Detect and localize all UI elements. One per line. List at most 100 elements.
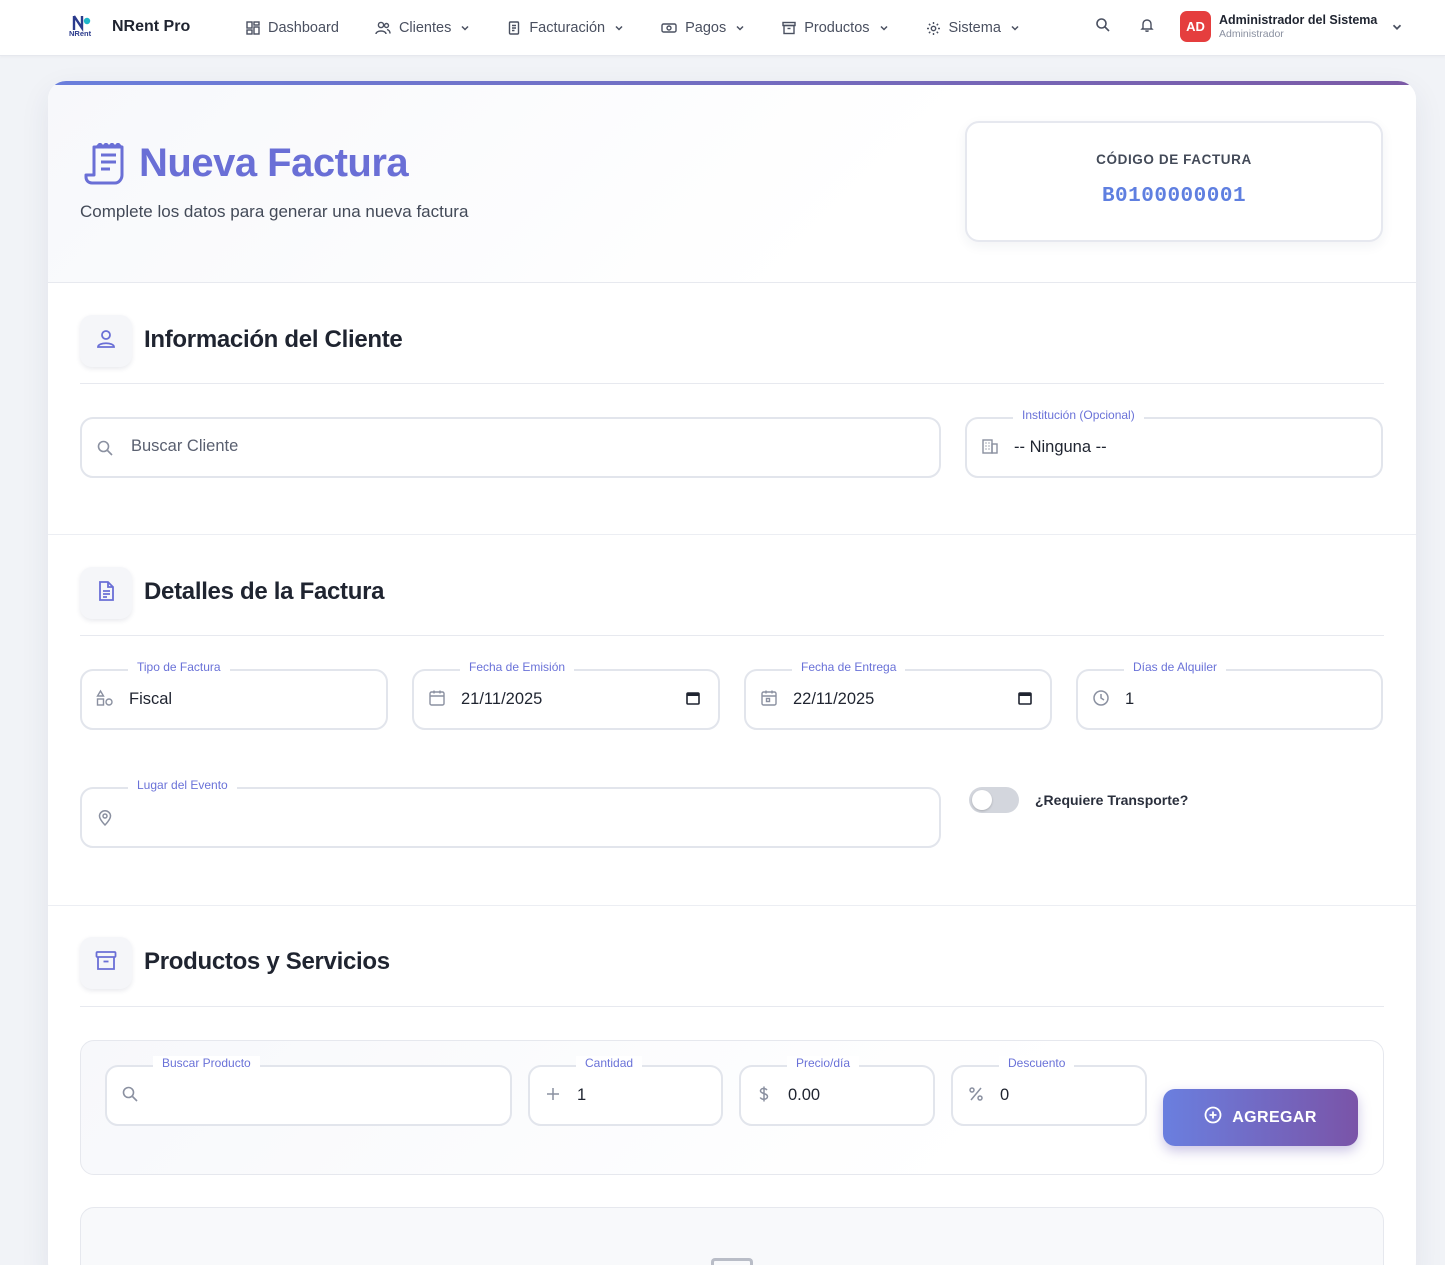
- rental-days-value: 1: [1125, 690, 1135, 708]
- brand[interactable]: NRent NRent Pro: [68, 12, 190, 42]
- delivery-date-input[interactable]: Fecha de Entrega 22/11/2025: [744, 660, 1052, 730]
- event-place-input[interactable]: Lugar del Evento: [80, 778, 941, 848]
- calendar-picker-icon[interactable]: [1018, 691, 1032, 710]
- empty-box-icon: [711, 1258, 753, 1265]
- transport-toggle-knob: [972, 790, 992, 810]
- search-icon: [121, 1085, 139, 1108]
- building-icon: [981, 437, 999, 460]
- quantity-label: Cantidad: [576, 1056, 643, 1070]
- chevron-down-icon: [1009, 22, 1021, 34]
- discount-input[interactable]: Descuento 0: [951, 1056, 1147, 1126]
- nav-pagos-label: Pagos: [685, 20, 727, 36]
- institution-value: -- Ninguna --: [1014, 438, 1107, 456]
- section-details-icon: [80, 567, 132, 619]
- discount-label: Descuento: [999, 1056, 1075, 1070]
- location-pin-icon: [96, 809, 114, 832]
- transport-toggle[interactable]: [969, 787, 1019, 813]
- chevron-down-icon: [613, 22, 625, 34]
- add-product-button[interactable]: AGREGAR: [1163, 1089, 1358, 1146]
- delivery-date-value: 22/11/2025: [793, 690, 875, 708]
- invoice-code-box: CÓDIGO DE FACTURA B0100000001: [965, 121, 1383, 242]
- chevron-down-icon: [878, 22, 890, 34]
- shapes-icon: [96, 689, 114, 712]
- archive-icon: [782, 21, 796, 35]
- bell-icon[interactable]: [1140, 17, 1154, 38]
- product-list-empty: [80, 1207, 1384, 1265]
- calendar-picker-icon[interactable]: [686, 691, 700, 710]
- add-product-label: AGREGAR: [1232, 1108, 1317, 1126]
- receipt-icon: [84, 142, 128, 192]
- page-title: Nueva Factura: [139, 141, 409, 185]
- section-products-icon: [80, 937, 132, 989]
- section-details-rule: [80, 635, 1384, 636]
- brand-logo-text: NRent: [69, 29, 92, 38]
- page-header: Nueva Factura Complete los datos para ge…: [48, 85, 1416, 283]
- section-products-rule: [80, 1006, 1384, 1007]
- issue-date-label: Fecha de Emisión: [460, 660, 575, 674]
- brand-name: NRent Pro: [112, 18, 191, 35]
- nav-facturacion[interactable]: Facturación: [507, 20, 625, 36]
- discount-value: 0: [1000, 1086, 1010, 1104]
- main-nav: Dashboard Clientes Facturación Pagos Pro…: [246, 0, 1057, 56]
- quantity-input[interactable]: Cantidad 1: [528, 1056, 723, 1126]
- invoice-code-value: B0100000001: [1101, 185, 1247, 208]
- user-name[interactable]: Administrador del Sistema: [1219, 13, 1377, 27]
- plus-circle-icon: [1204, 1106, 1222, 1129]
- clock-icon: [1092, 689, 1110, 712]
- chevron-down-icon: [459, 22, 471, 34]
- archive-icon: [94, 949, 118, 978]
- client-search-input[interactable]: Buscar Cliente: [80, 417, 941, 478]
- chevron-down-icon[interactable]: [1390, 20, 1404, 39]
- user-avatar[interactable]: AD: [1180, 11, 1211, 42]
- transport-label: ¿Requiere Transporte?: [1035, 792, 1189, 808]
- institution-select[interactable]: Institución (Opcional) -- Ninguna --: [965, 408, 1383, 478]
- price-input[interactable]: Precio/día 0.00: [739, 1056, 935, 1126]
- nav-sistema-label: Sistema: [948, 20, 1001, 36]
- delivery-date-label: Fecha de Entrega: [792, 660, 906, 674]
- section-divider: [48, 905, 1416, 906]
- invoice-type-select[interactable]: Tipo de Factura Fiscal: [80, 660, 388, 730]
- user-icon: [95, 328, 117, 355]
- invoice-code-label: CÓDIGO DE FACTURA: [1096, 152, 1252, 167]
- section-divider: [48, 534, 1416, 535]
- brand-logo: NRent: [68, 12, 98, 42]
- quantity-value: 1: [577, 1086, 587, 1104]
- user-role: Administrador: [1219, 28, 1284, 40]
- nav-dashboard-label: Dashboard: [268, 20, 339, 36]
- section-client-title: Información del Cliente: [144, 326, 403, 353]
- section-details-title: Detalles de la Factura: [144, 578, 385, 605]
- nav-sistema[interactable]: Sistema: [926, 20, 1021, 36]
- nav-productos[interactable]: Productos: [782, 20, 889, 36]
- section-client-rule: [80, 383, 1384, 384]
- rental-days-input[interactable]: Días de Alquiler 1: [1076, 660, 1383, 730]
- product-search-input[interactable]: Buscar Producto: [105, 1056, 512, 1126]
- event-place-label: Lugar del Evento: [128, 778, 237, 792]
- issue-date-input[interactable]: Fecha de Emisión 21/11/2025: [412, 660, 720, 730]
- price-label: Precio/día: [787, 1056, 860, 1070]
- rental-days-label: Días de Alquiler: [1124, 660, 1227, 674]
- page-subtitle: Complete los datos para generar una nuev…: [80, 202, 469, 221]
- percent-icon: [967, 1085, 985, 1108]
- users-icon: [375, 21, 391, 35]
- section-client-icon: [80, 315, 132, 367]
- search-icon: [96, 439, 114, 462]
- money-icon: [661, 21, 677, 35]
- issue-date-value: 21/11/2025: [461, 690, 543, 708]
- nav-pagos[interactable]: Pagos: [661, 20, 746, 36]
- nav-dashboard[interactable]: Dashboard: [246, 20, 339, 36]
- gear-icon: [926, 21, 941, 36]
- document-icon: [95, 580, 117, 607]
- invoice-type-label: Tipo de Factura: [128, 660, 230, 674]
- nav-clientes[interactable]: Clientes: [375, 20, 471, 36]
- calendar-check-icon: [760, 689, 778, 712]
- receipt-icon: [507, 21, 521, 35]
- dashboard-icon: [246, 21, 260, 35]
- top-navbar: NRent NRent Pro Dashboard Clientes Factu…: [0, 0, 1445, 56]
- invoice-type-value: Fiscal: [129, 690, 173, 708]
- invoice-card: Nueva Factura Complete los datos para ge…: [48, 81, 1416, 1265]
- chevron-down-icon: [734, 22, 746, 34]
- nav-clientes-label: Clientes: [398, 20, 452, 36]
- search-icon[interactable]: [1095, 17, 1111, 38]
- nav-productos-label: Productos: [804, 20, 870, 36]
- dollar-icon: [755, 1085, 773, 1108]
